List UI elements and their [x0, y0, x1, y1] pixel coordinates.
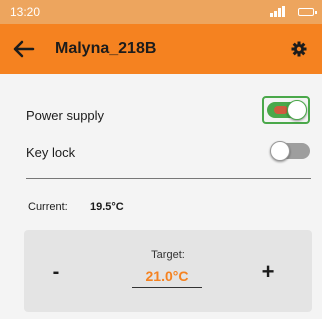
toggle-knob — [270, 141, 290, 161]
current-temperature-label: Current: — [28, 201, 68, 213]
arrow-left-icon — [13, 40, 35, 58]
back-button[interactable] — [8, 34, 40, 64]
status-icons — [270, 5, 317, 19]
key-lock-toggle[interactable] — [270, 141, 310, 161]
status-time: 13:20 — [10, 5, 41, 19]
gear-icon — [291, 41, 307, 57]
signal-icon — [270, 6, 286, 17]
setting-row-key-lock: Key lock — [26, 141, 316, 165]
toggle-knob — [287, 100, 307, 120]
power-supply-toggle[interactable] — [267, 100, 307, 120]
settings-button[interactable] — [284, 34, 314, 64]
app-bar: Malyna_218B — [0, 24, 322, 74]
increase-button[interactable]: + — [252, 254, 284, 290]
divider — [26, 178, 311, 179]
page-title: Malyna_218B — [55, 40, 157, 57]
key-lock-label: Key lock — [26, 145, 76, 160]
battery-icon — [298, 8, 317, 16]
current-temperature-value: 19.5°C — [90, 201, 124, 213]
toggle-ripple — [274, 106, 288, 114]
target-temperature-card: - Target: 21.0°C + — [24, 230, 312, 312]
target-temperature-value[interactable]: 21.0°C — [132, 268, 202, 288]
status-bar: 13:20 — [0, 0, 322, 24]
power-supply-label: Power supply — [26, 108, 105, 123]
setting-row-power-supply: Power supply — [26, 96, 316, 128]
